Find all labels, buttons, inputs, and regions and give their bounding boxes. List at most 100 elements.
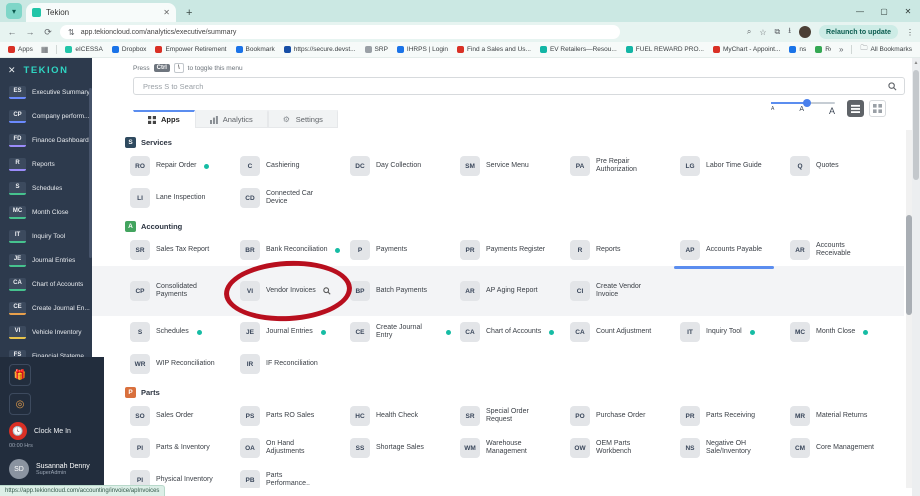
app-wip-reconciliation[interactable]: WR WIP Reconciliation	[130, 354, 240, 374]
bookmark-item[interactable]: EV Retailers—Resou...	[539, 46, 617, 53]
app-journal-entries[interactable]: JE Journal Entries	[240, 322, 350, 342]
tab-apps[interactable]: Apps	[133, 110, 195, 128]
app-if-reconciliation[interactable]: IR IF Reconciliation	[240, 354, 350, 374]
sidebar-item-company-perform[interactable]: CP Company perform...	[0, 104, 92, 128]
app-warehouse-management[interactable]: WM Warehouse Management	[460, 438, 570, 458]
sidebar-item-create-journal-en[interactable]: CE Create Journal En...	[0, 296, 92, 320]
sidebar-item-executive-summary[interactable]: ES Executive Summary	[0, 80, 92, 104]
app-health-check[interactable]: HC Health Check	[350, 406, 460, 426]
coin-icon[interactable]: ◎	[9, 393, 31, 415]
all-bookmarks[interactable]: 🗀 All Bookmarks	[860, 44, 912, 55]
user-menu[interactable]: SD Susannah Denny SuperAdmin	[9, 459, 95, 479]
url-bar[interactable]: ⇅ app.tekioncloud.com/analytics/executiv…	[60, 25, 620, 39]
app-parts-performance[interactable]: PB Parts Performance..	[240, 470, 350, 488]
bookmark-item[interactable]: FUEL REWARD PRO...	[625, 46, 704, 53]
bookmark-item[interactable]: SRP	[364, 46, 388, 53]
app-parts-receiving[interactable]: PR Parts Receiving	[680, 406, 790, 426]
app-count-adjustment[interactable]: CA Count Adjustment	[570, 322, 680, 342]
bookmarks-overflow-icon[interactable]: »	[839, 45, 843, 54]
bookmark-item[interactable]: ns	[789, 46, 806, 53]
sidebar-item-vehicle-inventory[interactable]: VI Vehicle Inventory	[0, 320, 92, 344]
sidebar-item-schedules[interactable]: S Schedules	[0, 176, 92, 200]
app-cashiering[interactable]: C Cashiering	[240, 156, 350, 176]
bookmark-item[interactable]: eICESSA	[65, 46, 103, 53]
list-view-button[interactable]	[847, 100, 864, 117]
search-tabs-icon[interactable]: ⌕	[747, 27, 751, 37]
app-quotes[interactable]: Q Quotes	[790, 156, 900, 176]
apps-shortcut[interactable]: Apps	[8, 46, 33, 53]
app-bank-reconciliation[interactable]: BR Bank Reconciliation	[240, 240, 350, 260]
app-day-collection[interactable]: DC Day Collection	[350, 156, 460, 176]
bookmark-item[interactable]: Dropbox	[111, 46, 146, 53]
app-repair-order[interactable]: RO Repair Order	[130, 156, 240, 176]
app-consolidated-payments[interactable]: CP Consolidated Payments	[130, 281, 240, 301]
extensions-icon[interactable]: ⧉	[775, 27, 781, 37]
search-input[interactable]	[141, 80, 888, 92]
bookmark-item[interactable]: MyChart - Appoint...	[712, 46, 780, 53]
app-month-close[interactable]: MC Month Close	[790, 322, 900, 342]
sidebar-close-icon[interactable]: ✕	[8, 65, 16, 76]
grid-view-button[interactable]	[869, 100, 886, 117]
maximize-button[interactable]: ▢	[872, 0, 896, 22]
rewards-icon[interactable]: 🎁	[9, 364, 31, 386]
app-connected-car-device[interactable]: CD Connected Car Device	[240, 188, 350, 208]
app-parts-ro-sales[interactable]: PS Parts RO Sales	[240, 406, 350, 426]
chrome-menu-icon[interactable]: ⋮	[906, 28, 914, 37]
sidebar-item-finance-dashboard[interactable]: FD Finance Dashboard	[0, 128, 92, 152]
app-create-journal-entry[interactable]: CE Create Journal Entry	[350, 322, 460, 342]
scroll-up-icon[interactable]: ▲	[912, 58, 920, 68]
app-oem-parts-workbench[interactable]: OW OEM Parts Workbench	[570, 438, 680, 458]
app-accounts-payable[interactable]: AP Accounts Payable	[674, 240, 790, 269]
bookmark-star-icon[interactable]: ☆	[759, 28, 766, 37]
sidebar-item-journal-entries[interactable]: JE Journal Entries	[0, 248, 92, 272]
app-on-hand-adjustments[interactable]: OA On Hand Adjustments	[240, 438, 350, 458]
app-negative-oh-sale-inventory[interactable]: NS Negative OH Sale/Inventory	[680, 438, 790, 458]
tab-close-icon[interactable]: ✕	[163, 8, 170, 17]
bookmark-item[interactable]: https://secure.devst...	[283, 46, 356, 53]
reading-list-icon[interactable]: ▦	[41, 45, 49, 54]
app-chart-of-accounts[interactable]: CA Chart of Accounts	[460, 322, 570, 342]
app-material-returns[interactable]: MR Material Returns	[790, 406, 900, 426]
app-parts-inventory[interactable]: PI Parts & Inventory	[130, 438, 240, 458]
app-purchase-order[interactable]: PO Purchase Order	[570, 406, 680, 426]
bookmark-item[interactable]: Bookmark	[235, 46, 275, 53]
close-button[interactable]: ✕	[896, 0, 920, 22]
minimize-button[interactable]: —	[848, 0, 872, 22]
tab-analytics[interactable]: Analytics	[194, 110, 268, 128]
new-tab-button[interactable]: +	[186, 7, 192, 19]
site-settings-icon[interactable]: ⇅	[68, 28, 75, 37]
downloads-icon[interactable]: ⭳	[788, 25, 791, 39]
icon-size-slider[interactable]: A A A	[771, 98, 835, 116]
app-lane-inspection[interactable]: LI Lane Inspection	[130, 188, 240, 208]
app-pre-repair-authorization[interactable]: PA Pre Repair Authorization	[570, 156, 680, 176]
page-scroll-thumb[interactable]	[913, 70, 919, 180]
bookmark-item[interactable]: IHRPS | Login	[396, 46, 448, 53]
app-special-order-request[interactable]: SR Special Order Request	[460, 406, 570, 426]
app-payments-register[interactable]: PR Payments Register	[460, 240, 570, 260]
app-ap-aging-report[interactable]: AR AP Aging Report	[460, 281, 570, 301]
browser-profile-avatar[interactable]	[799, 26, 812, 38]
bookmark-item[interactable]: Empower Retirement	[155, 46, 227, 53]
app-shortage-sales[interactable]: SS Shortage Sales	[350, 438, 460, 458]
sidebar-item-chart-of-accounts[interactable]: CA Chart of Accounts	[0, 272, 92, 296]
bookmark-item[interactable]: Find a Sales and Us...	[457, 46, 531, 53]
app-core-management[interactable]: CM Core Management	[790, 438, 900, 458]
app-labor-time-guide[interactable]: LG Labor Time Guide	[680, 156, 790, 176]
sidebar-item-reports[interactable]: R Reports	[0, 152, 92, 176]
reload-icon[interactable]: ⟳	[42, 27, 54, 38]
app-schedules[interactable]: S Schedules	[130, 322, 240, 342]
app-create-vendor-invoice[interactable]: CI Create Vendor Invoice	[570, 281, 680, 301]
tab-settings[interactable]: ⚙ Settings	[267, 110, 338, 128]
app-inquiry-tool[interactable]: IT Inquiry Tool	[680, 322, 790, 342]
sidebar-item-month-close[interactable]: MC Month Close	[0, 200, 92, 224]
app-batch-payments[interactable]: BP Batch Payments	[350, 281, 460, 301]
relaunch-button[interactable]: Relaunch to update	[819, 25, 898, 39]
bookmark-item[interactable]: RouteOne	[815, 46, 831, 53]
app-accounts-receivable[interactable]: AR Accounts Receivable	[790, 240, 900, 260]
app-vendor-invoices[interactable]: VI Vendor Invoices	[222, 257, 354, 325]
app-sales-order[interactable]: SO Sales Order	[130, 406, 240, 426]
back-icon[interactable]: ←	[6, 27, 18, 37]
browser-tab[interactable]: Tekion ✕	[26, 3, 176, 22]
app-sales-tax-report[interactable]: SR Sales Tax Report	[130, 240, 240, 260]
sidebar-item-inquiry-tool[interactable]: IT Inquiry Tool	[0, 224, 92, 248]
